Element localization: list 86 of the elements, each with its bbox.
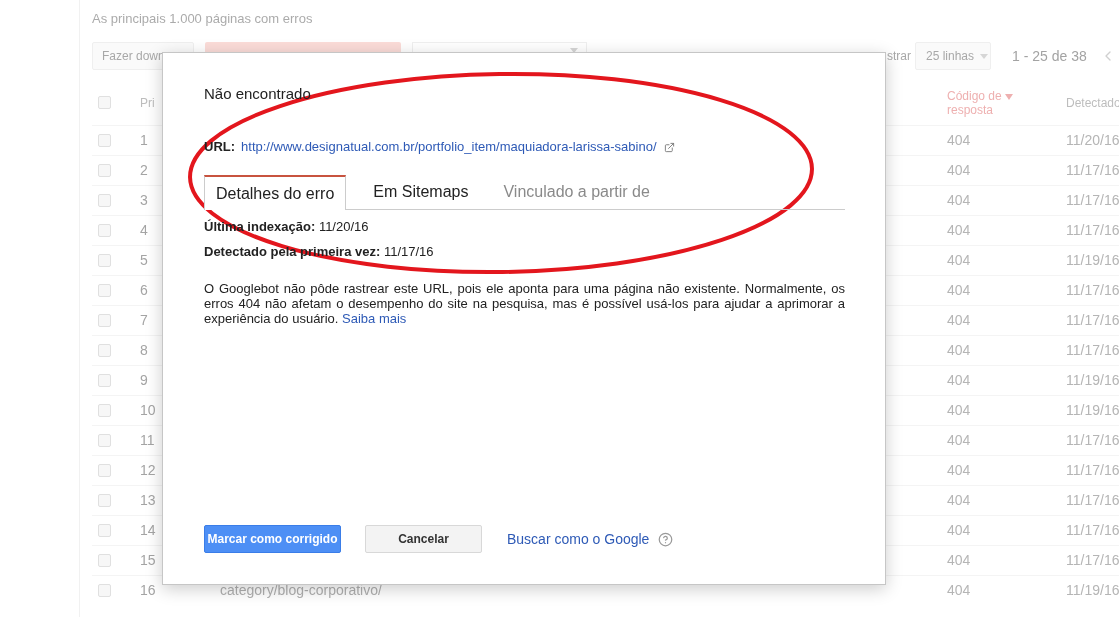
- response-code-cell: 404: [947, 552, 971, 568]
- response-code-cell: 404: [947, 222, 971, 238]
- pagination-text: 1 - 25 de 38: [1012, 46, 1087, 66]
- response-code-cell: 404: [947, 192, 971, 208]
- response-code-cell: 404: [947, 372, 971, 388]
- detected-date-cell: 11/17/16: [1066, 222, 1119, 238]
- row-checkbox[interactable]: [98, 584, 111, 597]
- tab[interactable]: Em Sitemaps: [362, 175, 480, 209]
- show-label: strar: [887, 48, 911, 65]
- row-checkbox[interactable]: [98, 404, 111, 417]
- mark-fixed-button[interactable]: Marcar como corrigido: [204, 525, 341, 553]
- detected-date-cell: 11/17/16: [1066, 522, 1119, 538]
- row-checkbox[interactable]: [98, 284, 111, 297]
- detected-date-cell: 11/17/16: [1066, 462, 1119, 478]
- response-code-cell: 404: [947, 282, 971, 298]
- sort-arrow-icon: [1005, 93, 1013, 100]
- url-link[interactable]: http://www.designatual.com.br/portfolio_item/maquiadora-larissa-sabino/: [241, 137, 657, 157]
- row-number: 10: [140, 402, 156, 418]
- detected-date-cell: 11/17/16: [1066, 312, 1119, 328]
- row-number: 5: [140, 252, 148, 268]
- row-number: 16: [140, 582, 156, 598]
- detected-date-cell: 11/17/16: [1066, 342, 1119, 358]
- column-header[interactable]: Código de resposta: [947, 88, 1005, 117]
- row-checkbox[interactable]: [98, 374, 111, 387]
- row-checkbox[interactable]: [98, 494, 111, 507]
- rows-dropdown[interactable]: 25 linhas: [915, 42, 991, 70]
- row-checkbox[interactable]: [98, 254, 111, 267]
- detected-date-cell: 11/19/16: [1066, 582, 1119, 598]
- row-number: 11: [140, 432, 155, 448]
- row-number: 7: [140, 312, 148, 328]
- response-code-cell: 404: [947, 132, 971, 148]
- detected-date-cell: 11/17/16: [1066, 552, 1119, 568]
- row-checkbox[interactable]: [98, 314, 111, 327]
- select-all-checkbox[interactable]: [98, 96, 111, 109]
- tab[interactable]: Detalhes do erro: [204, 175, 347, 210]
- detected-date-cell: 11/19/16: [1066, 402, 1119, 418]
- column-header[interactable]: Pri: [140, 95, 155, 110]
- response-code-cell: 404: [947, 492, 971, 508]
- response-code-cell: 404: [947, 432, 971, 448]
- row-checkbox[interactable]: [98, 164, 111, 177]
- detected-date-cell: 11/19/16: [1066, 372, 1119, 388]
- row-checkbox[interactable]: [98, 134, 111, 147]
- row-checkbox[interactable]: [98, 554, 111, 567]
- row-number: 4: [140, 222, 148, 238]
- error-description: O Googlebot não pôde rastrear este URL, pois ele aponta para uma página não existente. Normalmente, os erros 404 não afetam o desempenho do site na pesquisa, mas é possível usá-los para ajudar a aprimorar a experiência do usuário. Saiba mais: [204, 281, 845, 326]
- detected-date-cell: 11/17/16: [1066, 492, 1119, 508]
- response-code-cell: 404: [947, 402, 971, 418]
- detected-date-cell: 11/20/16: [1066, 132, 1119, 148]
- detected-date-cell: 11/17/16: [1066, 432, 1119, 448]
- row-number: 14: [140, 522, 156, 538]
- detected-date-cell: 11/17/16: [1066, 192, 1119, 208]
- row-number: 13: [140, 492, 156, 508]
- response-code-cell: 404: [947, 342, 971, 358]
- row-checkbox[interactable]: [98, 524, 111, 537]
- fetch-as-google-link[interactable]: Buscar como o Google: [507, 528, 650, 550]
- url-cell[interactable]: category/blog-corporativo/: [220, 582, 382, 598]
- row-checkbox[interactable]: [98, 344, 111, 357]
- row-number: 12: [140, 462, 156, 478]
- cancel-button[interactable]: Cancelar: [365, 525, 482, 553]
- row-number: 3: [140, 192, 148, 208]
- detected-date-cell: 11/19/16: [1066, 252, 1119, 268]
- row-checkbox[interactable]: [98, 224, 111, 237]
- response-code-cell: 404: [947, 582, 971, 598]
- response-code-cell: 404: [947, 522, 971, 538]
- response-code-cell: 404: [947, 162, 971, 178]
- row-checkbox[interactable]: [98, 464, 111, 477]
- learn-more-link[interactable]: Saiba mais: [342, 311, 407, 326]
- row-checkbox[interactable]: [98, 194, 111, 207]
- row-number: 1: [140, 132, 148, 148]
- response-code-cell: 404: [947, 312, 971, 328]
- row-number: 2: [140, 162, 148, 178]
- help-icon[interactable]: [658, 531, 674, 547]
- row-number: 15: [140, 552, 156, 568]
- detected-date-cell: 11/17/16: [1066, 282, 1119, 298]
- caret-icon: [980, 53, 989, 59]
- row-checkbox[interactable]: [98, 434, 111, 447]
- page-heading: As principais 1.000 páginas com erros: [92, 10, 313, 29]
- row-number: 6: [140, 282, 148, 298]
- response-code-cell: 404: [947, 462, 971, 478]
- detected-date-cell: 11/17/16: [1066, 162, 1119, 178]
- dialog-title: Não encontrado: [204, 83, 311, 104]
- external-link-icon[interactable]: [663, 141, 675, 153]
- url-label: URL:: [204, 138, 236, 157]
- row-number: 8: [140, 342, 148, 358]
- response-code-cell: 404: [947, 252, 971, 268]
- row-number: 9: [140, 372, 148, 388]
